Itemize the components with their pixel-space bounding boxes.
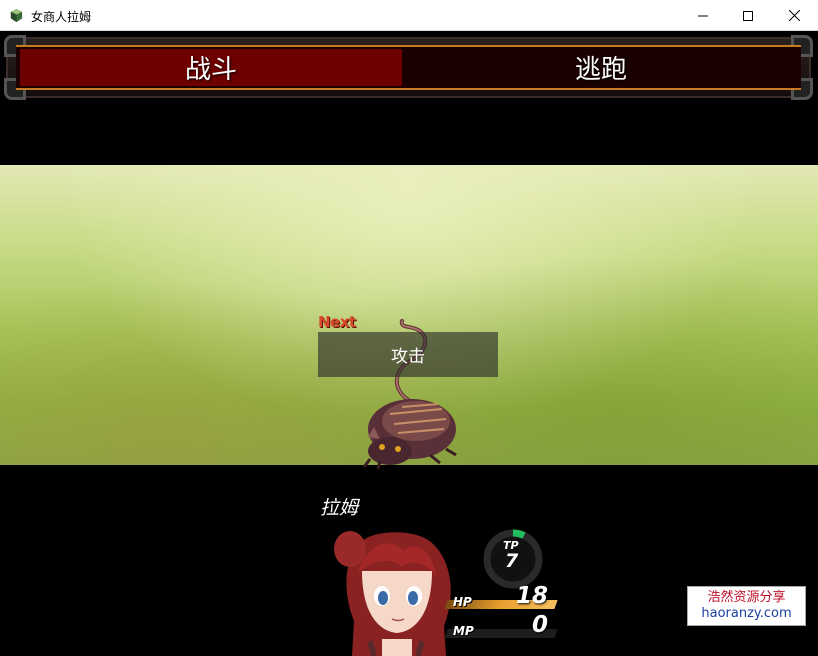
watermark-line1: 浩然资源分享 (707, 590, 786, 605)
close-icon (788, 10, 800, 21)
minimize-button[interactable] (680, 0, 726, 31)
app-icon (10, 8, 23, 23)
mp-value: 0 (531, 612, 548, 638)
watermark: 浩然资源分享 haoranzy.com (687, 586, 806, 626)
close-button[interactable] (771, 0, 817, 31)
tp-value: 7 (505, 550, 519, 572)
mp-label: MP (453, 624, 474, 638)
hp-value: 18 (515, 583, 548, 609)
window-title: 女商人拉姆 (31, 10, 92, 24)
escape-command[interactable]: 逃跑 (406, 49, 796, 86)
action-name-window: 攻击 (318, 332, 498, 377)
window-titlebar: 女商人拉姆 (0, 0, 818, 31)
game-viewport[interactable]: 战斗 逃跑 Next 攻击 拉姆 TP 7 HP 18 MP 0 浩然资源分享 … (0, 31, 818, 656)
next-indicator: Next (318, 313, 356, 331)
minimize-icon (698, 15, 708, 16)
fight-command[interactable]: 战斗 (20, 49, 402, 86)
hp-label: HP (453, 595, 472, 609)
watermark-line2: haoranzy.com (701, 606, 792, 621)
maximize-icon (743, 10, 753, 21)
maximize-button[interactable] (725, 0, 771, 31)
party-command-window: 战斗 逃跑 (4, 35, 813, 100)
